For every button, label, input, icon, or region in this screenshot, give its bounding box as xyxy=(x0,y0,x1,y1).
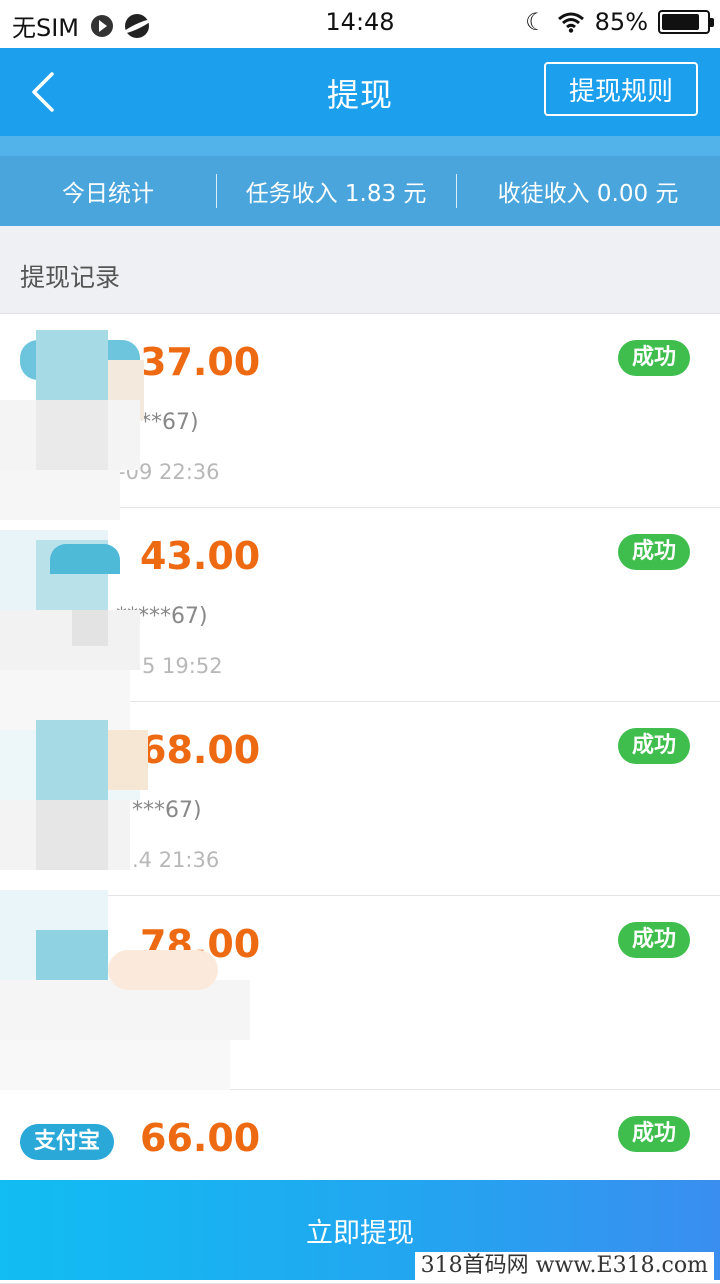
divider xyxy=(216,174,217,208)
status-right: ☾ 85% xyxy=(525,8,714,36)
amount: 68.00 xyxy=(140,728,261,772)
list-item[interactable]: 43.00 *****67) 5 19:52 成功 xyxy=(0,508,720,702)
status-badge: 成功 xyxy=(617,922,690,958)
status-badge: 成功 xyxy=(617,728,690,764)
play-icon xyxy=(91,14,114,37)
planet-icon xyxy=(125,13,150,38)
battery-icon xyxy=(658,10,714,34)
stat-apprentice-income-label: 收徒收入 0.00 元 xyxy=(497,181,679,207)
stat-apprentice-income: 收徒收入 0.00 元 xyxy=(456,156,720,226)
battery-percent: 85% xyxy=(594,8,648,36)
stats-top-strip xyxy=(0,136,720,156)
record-time: .4 21:36 xyxy=(132,848,220,872)
moon-icon: ☾ xyxy=(525,8,547,36)
account: *****67) xyxy=(116,604,208,629)
watermark: 318首码网 www.E318.com xyxy=(414,1252,714,1280)
list-item[interactable]: 37.00 **67) -09 22:36 成功 xyxy=(0,314,720,508)
list-item[interactable]: 78.00 成功 xyxy=(0,896,720,1090)
record-time: -09 22:36 xyxy=(118,460,220,484)
carrier-label: 无SIM xyxy=(12,14,80,42)
status-badge: 成功 xyxy=(617,340,690,376)
records-list: 37.00 **67) -09 22:36 成功 43.00 *****67) … xyxy=(0,314,720,1284)
app-header: 提现 提现规则 xyxy=(0,48,720,136)
withdraw-rules-button[interactable]: 提现规则 xyxy=(544,62,698,116)
records-header: 提现记录 xyxy=(0,226,720,314)
records-title: 提现记录 xyxy=(20,263,121,292)
divider xyxy=(456,174,457,208)
alipay-badge: 支付宝 xyxy=(20,1124,115,1160)
status-bar: 无SIM 14:48 ☾ 85% xyxy=(0,0,720,48)
list-item[interactable]: 68.00 ***67) .4 21:36 成功 xyxy=(0,702,720,896)
status-badge: 成功 xyxy=(617,534,690,570)
account: **67) xyxy=(140,410,199,435)
status-left: 无SIM xyxy=(12,8,150,43)
amount: 66.00 xyxy=(140,1116,261,1160)
account: ***67) xyxy=(132,798,202,823)
stat-task-income: 任务收入 1.83 元 xyxy=(216,156,456,226)
amount: 78.00 xyxy=(140,922,261,966)
stat-today: 今日统计 xyxy=(0,156,216,226)
record-time: 5 19:52 xyxy=(142,654,223,678)
stat-today-label: 今日统计 xyxy=(62,181,154,207)
stat-task-income-label: 任务收入 1.83 元 xyxy=(245,181,427,207)
amount: 43.00 xyxy=(140,534,261,578)
wifi-icon xyxy=(557,12,584,33)
status-badge: 成功 xyxy=(617,1116,690,1152)
amount: 37.00 xyxy=(140,340,261,384)
stats-bar: 今日统计 任务收入 1.83 元 收徒收入 0.00 元 xyxy=(0,156,720,226)
